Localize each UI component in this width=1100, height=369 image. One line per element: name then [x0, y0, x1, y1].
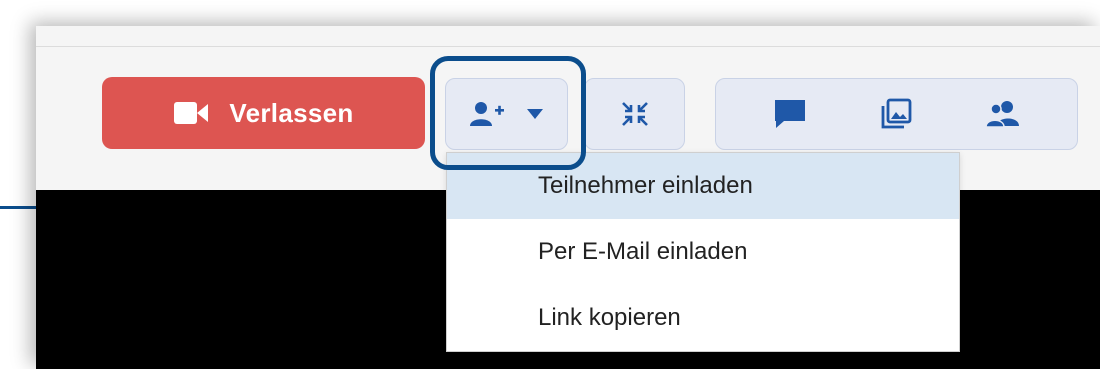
leave-button[interactable]: Verlassen — [102, 77, 425, 149]
video-camera-icon — [173, 100, 209, 126]
menu-item-label: Per E-Mail einladen — [538, 238, 748, 265]
caret-down-icon[interactable] — [526, 108, 544, 120]
invite-button[interactable] — [445, 78, 568, 150]
screenshot-stage: Verlassen Teilnehmer einladen Per E-Mail… — [0, 0, 1100, 369]
compact-view-button[interactable] — [584, 78, 685, 150]
shrink-arrows-icon — [620, 100, 650, 128]
add-person-icon[interactable] — [469, 100, 506, 128]
menu-item-invite-participants[interactable]: Teilnehmer einladen — [447, 153, 959, 219]
image-gallery-icon[interactable] — [880, 98, 912, 130]
menu-item-invite-email[interactable]: Per E-Mail einladen — [447, 219, 959, 285]
window-top-divider — [36, 46, 1100, 47]
menu-item-label: Teilnehmer einladen — [538, 172, 753, 199]
callout-connector-line — [0, 206, 36, 209]
chat-bubble-icon[interactable] — [773, 98, 807, 130]
participants-icon[interactable] — [984, 99, 1021, 129]
invite-dropdown-menu: Teilnehmer einladen Per E-Mail einladen … — [446, 152, 960, 352]
menu-item-label: Link kopieren — [538, 304, 681, 331]
leave-button-label: Verlassen — [229, 97, 354, 128]
menu-item-copy-link[interactable]: Link kopieren — [447, 285, 959, 351]
panel-toggle-group — [715, 78, 1078, 150]
